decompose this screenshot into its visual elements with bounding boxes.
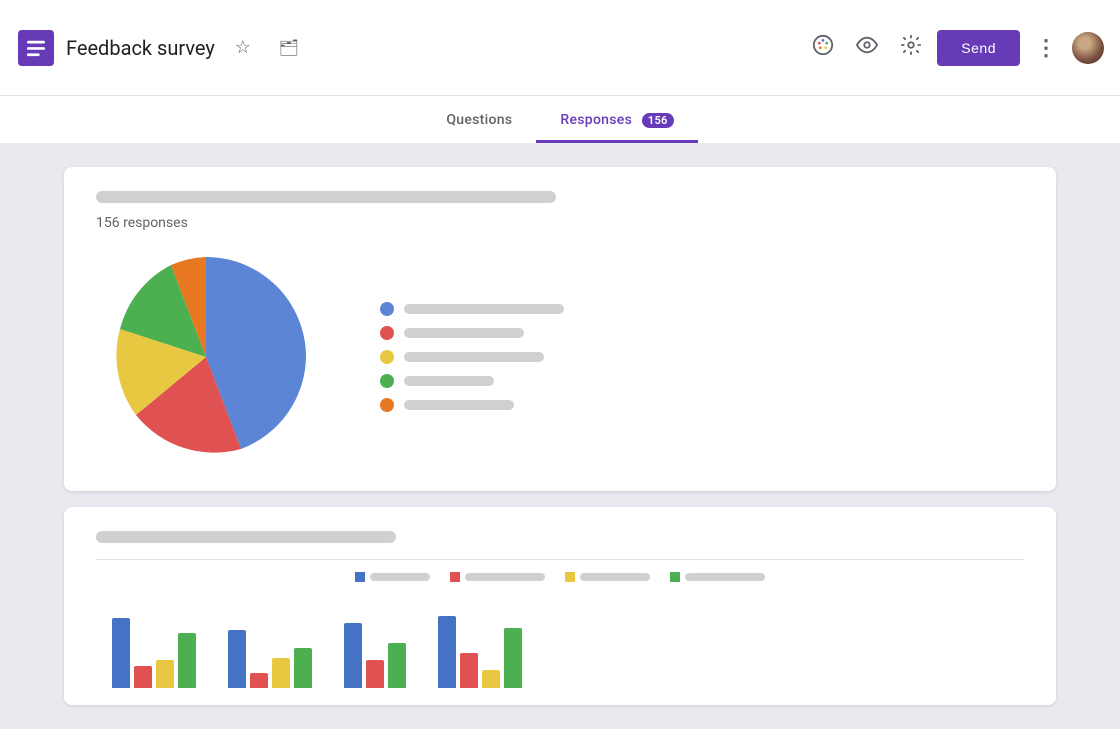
response-count: 156 responses [96, 215, 1024, 231]
bar-chart [96, 598, 1024, 688]
header-right: Send ⋮ [805, 30, 1104, 66]
legend-item-yellow [380, 350, 1024, 364]
legend-item-green [380, 374, 1024, 388]
bar-2-yellow [272, 658, 290, 688]
legend-item-orange [380, 398, 1024, 412]
avatar-image [1072, 32, 1104, 64]
legend-dot-blue [380, 302, 394, 316]
bar-1-green [178, 633, 196, 688]
send-button[interactable]: Send [937, 30, 1020, 66]
divider [96, 559, 1024, 560]
bar-group-2 [228, 630, 312, 688]
legend-dot-orange [380, 398, 394, 412]
star-icon: ☆ [235, 37, 251, 58]
palette-icon [812, 34, 834, 61]
chart-section [96, 247, 1024, 467]
bar-legend-square-green [670, 572, 680, 582]
legend-bar-green [404, 376, 494, 386]
bar-legend-label-yellow [580, 573, 650, 581]
bar-1-red [134, 666, 152, 688]
folder-icon: 🗂 [279, 38, 299, 58]
bar-group-3 [344, 623, 406, 688]
legend-dot-green [380, 374, 394, 388]
bar-1-yellow [156, 660, 174, 688]
star-button[interactable]: ☆ [225, 30, 261, 66]
folder-button[interactable]: 🗂 [271, 30, 307, 66]
avatar[interactable] [1072, 32, 1104, 64]
bar-legend-label-red [465, 573, 545, 581]
tab-bar: Questions Responses 156 [0, 96, 1120, 143]
bar-chart-card [64, 507, 1056, 705]
bar-legend-square-yellow [565, 572, 575, 582]
more-icon: ⋮ [1035, 37, 1057, 59]
palette-button[interactable] [805, 30, 841, 66]
gear-icon [900, 34, 922, 61]
header-left: Feedback survey ☆ 🗂 [16, 28, 805, 68]
bar-4-blue [438, 616, 456, 688]
bar-2-blue [228, 630, 246, 688]
pie-chart [96, 247, 316, 467]
page-title: Feedback survey [66, 36, 215, 60]
legend-bar-red [404, 328, 524, 338]
bar-legend-item-green [670, 572, 765, 582]
bar-legend-item-blue [355, 572, 430, 582]
pie-chart-card: 156 responses [64, 167, 1056, 491]
legend-item-blue [380, 302, 1024, 316]
bar-legend-label-blue [370, 573, 430, 581]
response-badge: 156 [642, 113, 674, 128]
bar-4-green [504, 628, 522, 688]
more-button[interactable]: ⋮ [1028, 30, 1064, 66]
tab-questions[interactable]: Questions [422, 100, 536, 143]
card2-title-placeholder [96, 531, 396, 543]
bar-3-green [388, 643, 406, 688]
legend-bar-blue [404, 304, 564, 314]
app-header: Feedback survey ☆ 🗂 [0, 0, 1120, 96]
bar-2-red [250, 673, 268, 688]
bar-group-1 [112, 618, 196, 688]
legend-dot-yellow [380, 350, 394, 364]
pie-legend [380, 302, 1024, 412]
settings-button[interactable] [893, 30, 929, 66]
form-icon [16, 28, 56, 68]
bar-3-blue [344, 623, 362, 688]
bar-4-yellow [482, 670, 500, 688]
bar-legend-square-blue [355, 572, 365, 582]
legend-bar-orange [404, 400, 514, 410]
main-content: 156 responses [0, 143, 1120, 729]
bar-legend [96, 572, 1024, 582]
bar-legend-label-green [685, 573, 765, 581]
preview-button[interactable] [849, 30, 885, 66]
bar-legend-square-red [450, 572, 460, 582]
legend-item-red [380, 326, 1024, 340]
bar-legend-item-red [450, 572, 545, 582]
bar-1-blue [112, 618, 130, 688]
eye-icon [856, 34, 878, 61]
bar-legend-item-yellow [565, 572, 650, 582]
bar-3-red [366, 660, 384, 688]
tab-responses[interactable]: Responses 156 [536, 100, 697, 143]
legend-dot-red [380, 326, 394, 340]
card1-title-placeholder [96, 191, 556, 203]
bar-2-green [294, 648, 312, 688]
bar-group-4 [438, 616, 522, 688]
bar-4-red [460, 653, 478, 688]
legend-bar-yellow [404, 352, 544, 362]
